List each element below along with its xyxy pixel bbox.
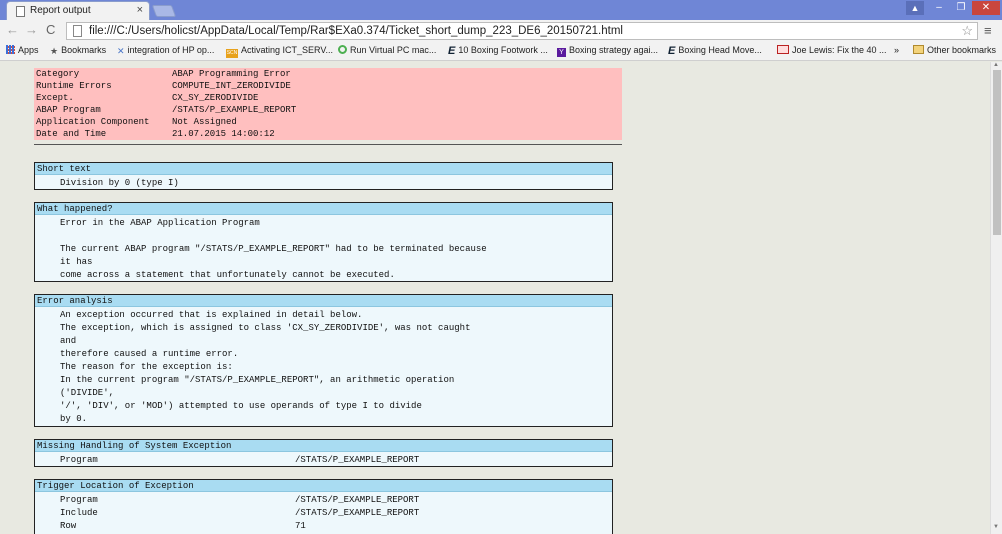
tab-title: Report output <box>30 5 91 16</box>
trigger-location-section: Trigger Location of Exception Program /S… <box>34 479 613 534</box>
bookmark-bookmarks[interactable]: ★ Bookmarks <box>50 45 106 56</box>
close-icon[interactable]: × <box>137 4 143 16</box>
row-label: Program <box>60 495 98 505</box>
new-tab-button[interactable] <box>151 5 177 17</box>
video-icon <box>777 45 789 54</box>
bookmarks-overflow[interactable]: » <box>894 45 899 55</box>
bookmark-ict-serv[interactable]: SCN Activating ICT_SERV... <box>226 45 333 58</box>
yahoo-icon: Y <box>557 48 566 57</box>
page-content: Category ABAP Programming Error Runtime … <box>0 62 990 534</box>
row-label: Include <box>60 508 98 518</box>
folder-icon <box>913 45 924 54</box>
sap-icon: SCN <box>226 49 238 58</box>
section-title: Short text <box>35 163 612 175</box>
row-value: /STATS/P_EXAMPLE_REPORT <box>295 495 420 505</box>
page-icon <box>16 6 25 17</box>
what-happened-section: What happened? Error in the ABAP Applica… <box>34 202 613 282</box>
maximize-button[interactable]: ❐ <box>950 1 972 15</box>
e-letter-icon: E <box>668 45 676 57</box>
bookmark-boxing-head[interactable]: E Boxing Head Move... <box>668 45 762 57</box>
row-value: /STATS/P_EXAMPLE_REPORT <box>295 508 420 518</box>
bookmarks-bar: Apps ★ Bookmarks ✕ integration of HP op...… <box>0 42 1002 61</box>
section-line: Error in the ABAP Application Program <box>60 218 260 228</box>
section-title: Trigger Location of Exception <box>35 480 612 492</box>
section-line: come across a statement that unfortunate… <box>60 270 395 280</box>
section-title: Error analysis <box>35 295 612 307</box>
section-line: by 0. <box>60 414 88 424</box>
menu-icon[interactable]: ≡ <box>984 23 992 38</box>
user-icon[interactable]: ▲ <box>906 1 924 15</box>
section-title: Missing Handling of System Exception <box>35 440 612 452</box>
bookmark-star-icon[interactable]: ☆ <box>961 23 973 39</box>
file-icon <box>73 25 82 37</box>
section-title: What happened? <box>35 203 612 215</box>
e-letter-icon: E <box>448 45 456 57</box>
bookmark-joe-lewis[interactable]: Joe Lewis: Fix the 40 ... <box>777 45 887 55</box>
scroll-up-icon[interactable]: ▲ <box>993 62 999 68</box>
row-value: 71 <box>295 521 306 531</box>
url-text[interactable]: file:///C:/Users/holicst/AppData/Local/T… <box>89 25 623 37</box>
section-line: In the current program "/STATS/P_EXAMPLE… <box>60 375 455 385</box>
missing-handling-section: Missing Handling of System Exception Pro… <box>34 439 613 467</box>
section-line: ('DIVIDE', <box>60 388 115 398</box>
minimize-button[interactable]: – <box>928 1 950 15</box>
error-analysis-section: Error analysis An exception occurred tha… <box>34 294 613 427</box>
scrollbar-thumb[interactable] <box>993 70 1001 235</box>
section-line: An exception occurred that is explained … <box>60 310 363 320</box>
bookmark-other[interactable]: Other bookmarks <box>913 45 996 55</box>
bookmark-hp-integration[interactable]: ✕ integration of HP op... <box>117 45 214 56</box>
scroll-down-icon[interactable]: ▼ <box>993 524 999 530</box>
circle-icon <box>338 45 347 54</box>
short-text-section: Short text Division by 0 (type I) <box>34 162 613 190</box>
vertical-scrollbar[interactable]: ▲ ▼ <box>990 62 1002 534</box>
row-value: /STATS/P_EXAMPLE_REPORT <box>295 455 420 465</box>
divider <box>34 144 622 145</box>
row-label: Row <box>60 521 77 531</box>
forward-arrow-icon[interactable]: → <box>25 22 38 37</box>
section-line: The reason for the exception is: <box>60 362 233 372</box>
star-icon: ★ <box>50 46 59 56</box>
hp-x-icon: ✕ <box>117 46 125 56</box>
close-window-button[interactable]: ✕ <box>972 1 1000 15</box>
section-line: therefore caused a runtime error. <box>60 349 239 359</box>
address-bar[interactable]: file:///C:/Users/holicst/AppData/Local/T… <box>66 22 978 40</box>
bookmark-virtual-pc[interactable]: Run Virtual PC mac... <box>338 45 436 55</box>
section-line: The current ABAP program "/STATS/P_EXAMP… <box>60 244 487 254</box>
row-label: Program <box>60 455 98 465</box>
browser-titlebar: Report output × ▲ – ❐ ✕ <box>0 0 1002 20</box>
bookmark-boxing-footwork[interactable]: E 10 Boxing Footwork ... <box>448 45 548 57</box>
bookmark-apps[interactable]: Apps <box>6 45 39 55</box>
section-line: and <box>60 336 77 346</box>
section-line: it has <box>60 257 93 267</box>
dump-header: Category ABAP Programming Error Runtime … <box>34 68 622 140</box>
browser-toolbar: ← → C file:///C:/Users/holicst/AppData/L… <box>0 20 1002 42</box>
apps-grid-icon <box>6 45 15 54</box>
reload-icon[interactable]: C <box>46 22 55 37</box>
section-line: Division by 0 (type I) <box>60 178 179 188</box>
section-line: '/', 'DIV', or 'MOD') attempted to use o… <box>60 401 422 411</box>
back-arrow-icon[interactable]: ← <box>6 22 19 37</box>
section-line: The exception, which is assigned to clas… <box>60 323 471 333</box>
browser-tab[interactable]: Report output × <box>6 1 150 20</box>
bookmark-boxing-strategy[interactable]: Y Boxing strategy agai... <box>557 45 658 57</box>
